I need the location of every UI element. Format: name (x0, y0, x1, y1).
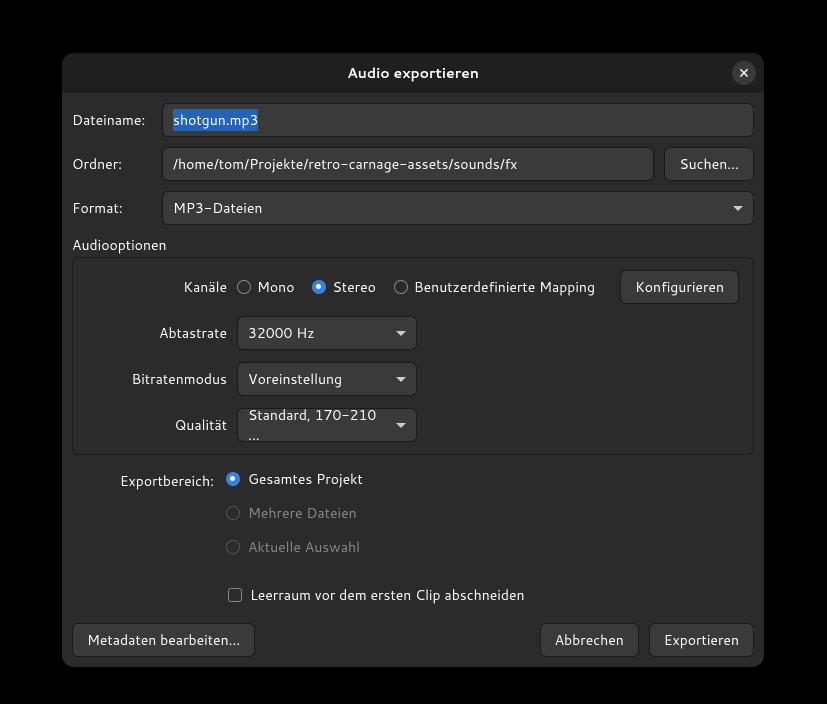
export-range-label: Exportbereich: (72, 469, 226, 571)
format-row: Format: MP3-Dateien (72, 191, 754, 225)
radio-custom-mapping[interactable]: Benutzerdefinierte Mapping (394, 277, 595, 297)
radio-icon (226, 506, 240, 520)
dialog-body: Dateiname: shotgun.mp3 Ordner: /home/tom… (62, 93, 764, 667)
radio-mono[interactable]: Mono (237, 277, 294, 297)
export-range-options: Gesamtes Projekt Mehrere Dateien Aktuell… (226, 469, 754, 571)
radio-icon (226, 540, 240, 554)
chevron-down-icon (396, 331, 406, 336)
bitrate-mode-label: Bitratenmodus (87, 369, 227, 389)
chevron-down-icon (733, 206, 743, 211)
export-dialog: Audio exportieren ✕ Dateiname: shotgun.m… (62, 53, 764, 667)
footer-right: Abbrechen Exportieren (540, 623, 754, 657)
audio-options-group: Kanäle Mono Stereo Benutzerdefinierte Ma… (72, 257, 754, 455)
dialog-title: Audio exportieren (347, 63, 479, 83)
export-range-section: Exportbereich: Gesamtes Projekt Mehrere … (72, 469, 754, 571)
trim-checkbox-row[interactable]: Leerraum vor dem ersten Clip abschneiden (228, 585, 754, 605)
folder-label: Ordner: (72, 154, 152, 174)
radio-multiple-files[interactable]: Mehrere Dateien (226, 503, 754, 523)
filename-row: Dateiname: shotgun.mp3 (72, 103, 754, 137)
bitrate-mode-select[interactable]: Voreinstellung (237, 362, 417, 396)
quality-row: Qualität Standard, 170-210 … (87, 408, 739, 442)
close-icon: ✕ (738, 65, 750, 82)
bitrate-mode-row: Bitratenmodus Voreinstellung (87, 362, 739, 396)
radio-current-selection[interactable]: Aktuelle Auswahl (226, 537, 754, 557)
chevron-down-icon (396, 423, 406, 428)
channels-label: Kanäle (87, 277, 227, 297)
folder-row: Ordner: /home/tom/Projekte/retro-carnage… (72, 147, 754, 181)
format-select[interactable]: MP3-Dateien (162, 191, 754, 225)
quality-select[interactable]: Standard, 170-210 … (237, 408, 417, 442)
folder-input[interactable]: /home/tom/Projekte/retro-carnage-assets/… (162, 147, 654, 181)
titlebar: Audio exportieren ✕ (62, 53, 764, 93)
filename-label: Dateiname: (72, 110, 152, 130)
edit-metadata-button[interactable]: Metadaten bearbeiten… (72, 623, 255, 657)
audio-options-label: Audiooptionen (72, 235, 754, 255)
chevron-down-icon (396, 377, 406, 382)
trim-label: Leerraum vor dem ersten Clip abschneiden (250, 585, 525, 605)
sample-rate-select[interactable]: 32000 Hz (237, 316, 417, 350)
sample-rate-label: Abtastrate (87, 323, 227, 343)
radio-icon (312, 280, 326, 294)
browse-button[interactable]: Suchen… (664, 147, 754, 181)
radio-icon (394, 280, 408, 294)
channels-row: Kanäle Mono Stereo Benutzerdefinierte Ma… (87, 270, 739, 304)
format-label: Format: (72, 198, 152, 218)
checkbox-icon (228, 588, 242, 602)
export-button[interactable]: Exportieren (649, 623, 754, 657)
configure-button[interactable]: Konfigurieren (620, 270, 739, 304)
close-button[interactable]: ✕ (732, 61, 756, 85)
radio-full-project[interactable]: Gesamtes Projekt (226, 469, 754, 489)
quality-label: Qualität (87, 415, 227, 435)
radio-icon (226, 472, 240, 486)
filename-input[interactable]: shotgun.mp3 (162, 103, 754, 137)
sample-rate-row: Abtastrate 32000 Hz (87, 316, 739, 350)
dialog-footer: Metadaten bearbeiten… Abbrechen Exportie… (72, 623, 754, 657)
cancel-button[interactable]: Abbrechen (540, 623, 639, 657)
channels-radio-group: Mono Stereo Benutzerdefinierte Mapping (237, 277, 610, 297)
radio-stereo[interactable]: Stereo (312, 277, 375, 297)
radio-icon (237, 280, 251, 294)
